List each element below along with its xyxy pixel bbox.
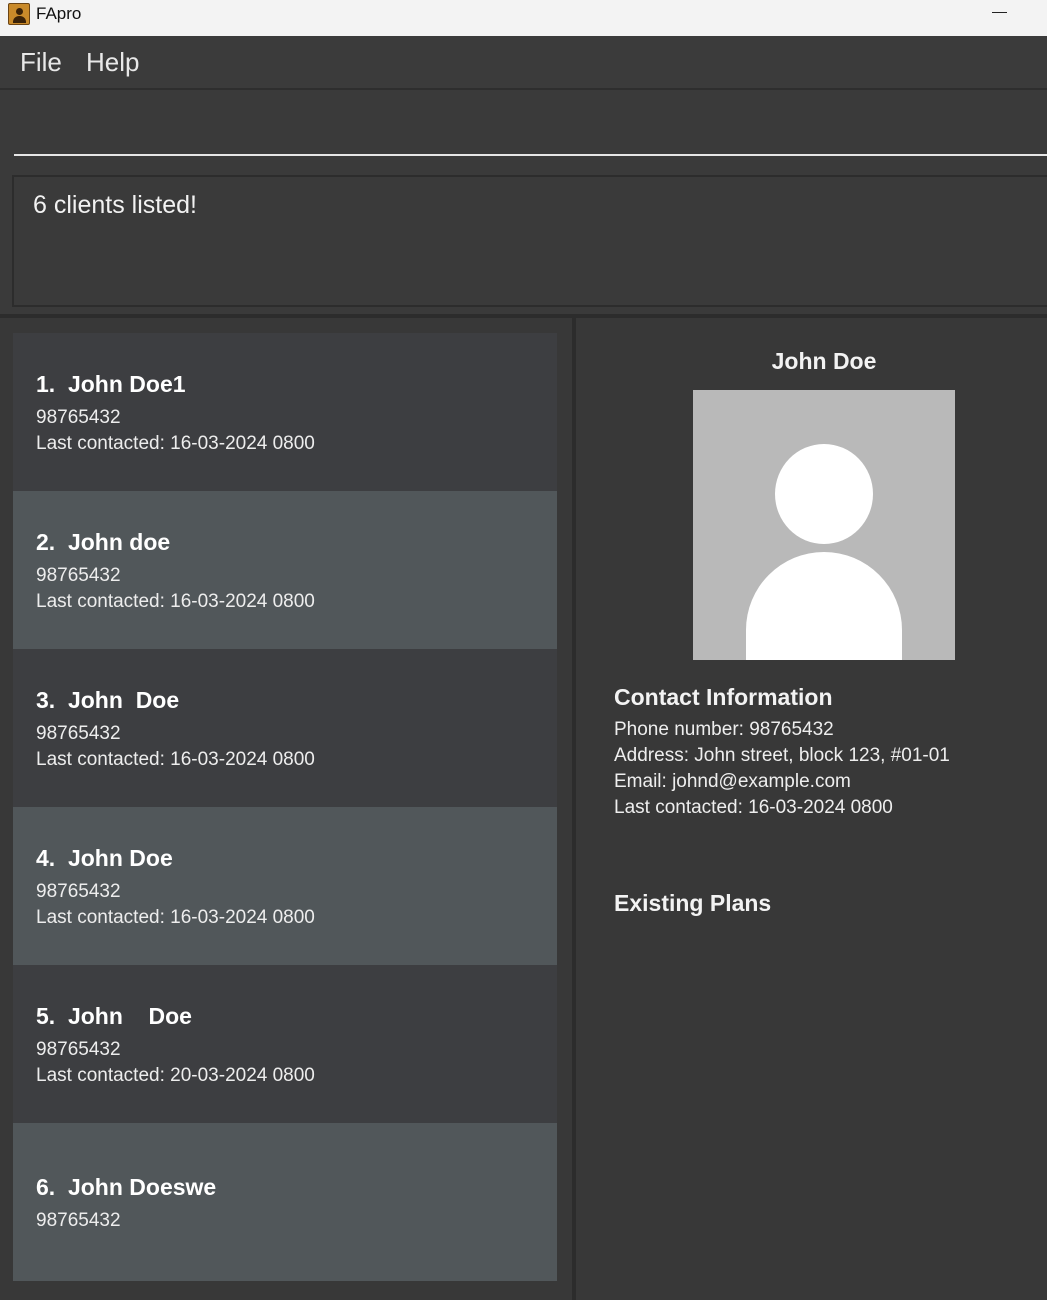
client-index: 4. xyxy=(36,845,56,871)
client-index: 5. xyxy=(36,1003,56,1029)
client-name: John Doe xyxy=(67,845,173,871)
result-display: 6 clients listed! xyxy=(12,175,1047,307)
client-card-title: 3. John Doe xyxy=(36,687,179,714)
minimize-button[interactable] xyxy=(984,0,1016,28)
person-placeholder-icon xyxy=(693,390,955,660)
client-last-contacted: Last contacted: 20-03-2024 0800 xyxy=(36,1065,315,1086)
client-index: 1. xyxy=(36,371,56,397)
result-message: 6 clients listed! xyxy=(33,191,197,219)
menu-file[interactable]: File xyxy=(20,46,62,78)
client-card-title: 1. John Doe1 xyxy=(36,371,186,398)
client-index: 6. xyxy=(36,1174,56,1200)
client-card-title: 5. John Doe xyxy=(36,1003,192,1030)
client-phone: 98765432 xyxy=(36,881,121,902)
client-phone: 98765432 xyxy=(36,1039,121,1060)
client-card-4[interactable]: 4. John Doe 98765432 Last contacted: 16-… xyxy=(13,807,557,965)
client-name: John Doe1 xyxy=(67,371,186,397)
client-card-5[interactable]: 5. John Doe 98765432 Last contacted: 20-… xyxy=(13,965,557,1123)
client-phone: 98765432 xyxy=(36,565,121,586)
title-bar: FApro xyxy=(0,0,1047,36)
client-name: John Doeswe xyxy=(67,1174,217,1200)
menu-bar: File Help xyxy=(0,36,1047,90)
minimize-icon xyxy=(992,12,1007,13)
existing-plans-heading: Existing Plans xyxy=(614,890,772,916)
client-name: John Doe xyxy=(67,1003,192,1029)
client-last-contacted: Last contacted: 16-03-2024 0800 xyxy=(36,749,315,770)
client-name: John doe xyxy=(67,529,171,555)
client-last-contacted: Last contacted: 16-03-2024 0800 xyxy=(36,433,315,454)
detail-address: Address: John street, block 123, #01-01 xyxy=(614,745,950,766)
contact-info-heading: Contact Information xyxy=(614,684,833,710)
command-box xyxy=(0,92,1047,164)
client-detail-panel: John Doe Contact Information Phone numbe… xyxy=(576,318,1047,1300)
command-input[interactable] xyxy=(14,100,1047,156)
client-index: 2. xyxy=(36,529,56,555)
client-phone: 98765432 xyxy=(36,723,121,744)
detail-last-contacted: Last contacted: 16-03-2024 0800 xyxy=(614,797,893,818)
client-phone: 98765432 xyxy=(36,407,121,428)
client-last-contacted: Last contacted: 16-03-2024 0800 xyxy=(36,907,315,928)
client-phone: 98765432 xyxy=(36,1210,121,1231)
window-title: FApro xyxy=(36,4,82,23)
client-card-3[interactable]: 3. John Doe 98765432 Last contacted: 16-… xyxy=(13,649,557,807)
detail-email: Email: johnd@example.com xyxy=(614,771,851,792)
client-last-contacted: Last contacted: 16-03-2024 0800 xyxy=(36,591,315,612)
detail-phone: Phone number: 98765432 xyxy=(614,719,834,740)
client-card-1[interactable]: 1. John Doe1 98765432 Last contacted: 16… xyxy=(13,333,557,491)
menu-help[interactable]: Help xyxy=(86,46,139,78)
client-card-title: 4. John Doe xyxy=(36,845,173,872)
app-contact-icon xyxy=(8,3,30,25)
client-index: 3. xyxy=(36,687,56,713)
client-card-title: 2. John doe xyxy=(36,529,170,556)
client-card-6[interactable]: 6. John Doeswe 98765432 xyxy=(13,1123,557,1281)
client-card-2[interactable]: 2. John doe 98765432 Last contacted: 16-… xyxy=(13,491,557,649)
detail-client-name: John Doe xyxy=(771,348,877,374)
client-card-title: 6. John Doeswe xyxy=(36,1174,216,1201)
client-name: John Doe xyxy=(67,687,180,713)
